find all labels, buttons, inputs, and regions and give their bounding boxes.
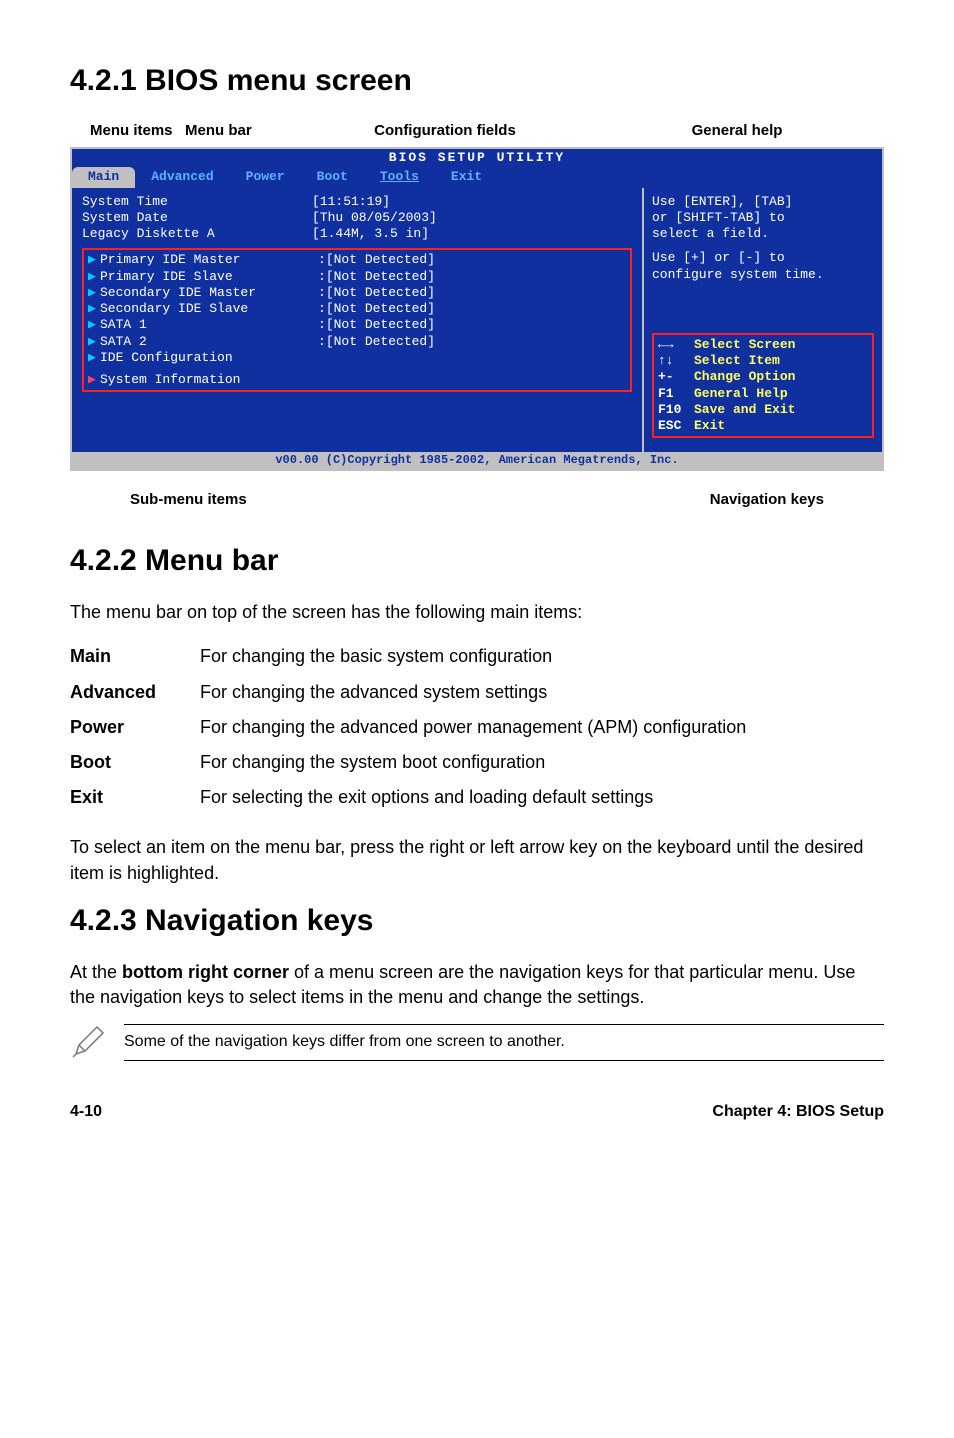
submenu-arrow-icon: ▶	[88, 252, 100, 268]
key-desc: General Help	[694, 386, 788, 401]
bios-left-pane: System Time[11:51:19] System Date[Thu 08…	[72, 188, 642, 453]
row-ses-val: [Not Detected]	[326, 301, 435, 317]
label-config-fields: Configuration fields	[300, 120, 590, 141]
row-systime-value[interactable]: [11:51:19]	[312, 194, 390, 210]
def-term: Advanced	[70, 675, 200, 710]
submenu-highlight-box: ▶Primary IDE Master: [Not Detected] ▶Pri…	[82, 248, 632, 392]
def-term: Main	[70, 639, 200, 674]
key-desc: Change Option	[694, 369, 795, 384]
bios-menubar[interactable]: Main Advanced Power Boot Tools Exit	[72, 167, 882, 187]
section-4-2-1-title: 4.2.1 BIOS menu screen	[70, 60, 884, 102]
bios-title: BIOS SETUP UTILITY	[72, 149, 882, 167]
section-4-2-2-title: 4.2.2 Menu bar	[70, 540, 884, 582]
def-term: Exit	[70, 780, 200, 815]
help-line: configure system time.	[652, 267, 874, 283]
text-bold: bottom right corner	[122, 962, 289, 982]
help-line: Use [ENTER], [TAB]	[652, 194, 874, 210]
section-4-2-2-outro: To select an item on the menu bar, press…	[70, 835, 884, 885]
nav-keys-highlight-box: ←→Select Screen ↑↓Select Item +-Change O…	[652, 333, 874, 439]
def-term: Power	[70, 710, 200, 745]
key-arrows-lr: ←→	[658, 337, 694, 353]
section-4-2-2-intro: The menu bar on top of the screen has th…	[70, 600, 884, 625]
figure-top-labels: Menu items Menu bar Configuration fields…	[70, 120, 884, 141]
row-pis-val: [Not Detected]	[326, 269, 435, 285]
def-term: Boot	[70, 745, 200, 780]
row-idec[interactable]: IDE Configuration	[100, 350, 318, 366]
row-pim-val: [Not Detected]	[326, 252, 435, 268]
tab-main[interactable]: Main	[72, 167, 135, 187]
tab-advanced[interactable]: Advanced	[135, 167, 229, 187]
bios-footer: v00.00 (C)Copyright 1985-2002, American …	[72, 452, 882, 469]
bios-help-pane: Use [ENTER], [TAB] or [SHIFT-TAB] to sel…	[642, 188, 882, 453]
note-block: Some of the navigation keys differ from …	[70, 1024, 884, 1060]
row-sysinfo[interactable]: System Information	[100, 372, 318, 388]
row-pis[interactable]: Primary IDE Slave	[100, 269, 318, 285]
def-desc: For changing the advanced system setting…	[200, 675, 746, 710]
tab-exit[interactable]: Exit	[435, 167, 498, 187]
tab-boot[interactable]: Boot	[301, 167, 364, 187]
row-sem-val: [Not Detected]	[326, 285, 435, 301]
row-sem[interactable]: Secondary IDE Master	[100, 285, 318, 301]
label-menu-bar: Menu bar	[185, 120, 252, 141]
text-frag: At the	[70, 962, 122, 982]
page-footer: 4-10 Chapter 4: BIOS Setup	[70, 1101, 884, 1123]
label-navigation-keys: Navigation keys	[350, 489, 884, 510]
label-menu-items: Menu items	[90, 120, 173, 141]
key-esc: ESC	[658, 418, 694, 434]
def-desc: For changing the advanced power manageme…	[200, 710, 746, 745]
key-plusminus: +-	[658, 369, 694, 385]
row-sata1[interactable]: SATA 1	[100, 317, 318, 333]
tab-tools[interactable]: Tools	[364, 167, 435, 187]
row-legacy-label: Legacy Diskette A	[82, 226, 312, 242]
key-desc: Exit	[694, 418, 725, 433]
key-desc: Save and Exit	[694, 402, 795, 417]
row-sata2[interactable]: SATA 2	[100, 334, 318, 350]
row-systime-label: System Time	[82, 194, 312, 210]
submenu-arrow-icon: ▶	[88, 334, 100, 350]
pencil-icon	[70, 1024, 106, 1060]
row-sysdate-label: System Date	[82, 210, 312, 226]
def-desc: For selecting the exit options and loadi…	[200, 780, 746, 815]
tab-power[interactable]: Power	[230, 167, 301, 187]
bios-figure: Menu items Menu bar Configuration fields…	[70, 120, 884, 510]
menu-bar-definitions: MainFor changing the basic system config…	[70, 639, 746, 815]
section-4-2-3-title: 4.2.3 Navigation keys	[70, 900, 884, 942]
submenu-arrow-icon: ▶	[88, 317, 100, 333]
key-f10: F10	[658, 402, 694, 418]
figure-bottom-labels: Sub-menu items Navigation keys	[70, 489, 884, 510]
row-legacy-value[interactable]: [1.44M, 3.5 in]	[312, 226, 429, 242]
note-text: Some of the navigation keys differ from …	[124, 1024, 884, 1060]
row-sata1-val: [Not Detected]	[326, 317, 435, 333]
key-desc: Select Item	[694, 353, 780, 368]
row-sysdate-value[interactable]: [Thu 08/05/2003]	[312, 210, 437, 226]
key-desc: Select Screen	[694, 337, 795, 352]
submenu-arrow-icon: ▶	[88, 350, 100, 366]
chapter-label: Chapter 4: BIOS Setup	[712, 1101, 884, 1123]
key-f1: F1	[658, 386, 694, 402]
page-number: 4-10	[70, 1101, 102, 1123]
bios-window: BIOS SETUP UTILITY Main Advanced Power B…	[70, 147, 884, 471]
key-arrows-ud: ↑↓	[658, 353, 694, 369]
submenu-arrow-icon: ▶	[88, 301, 100, 317]
submenu-arrow-icon: ▶	[88, 269, 100, 285]
def-desc: For changing the system boot configurati…	[200, 745, 746, 780]
row-pim[interactable]: Primary IDE Master	[100, 252, 318, 268]
label-submenu-items: Sub-menu items	[70, 489, 350, 510]
help-line: select a field.	[652, 226, 874, 242]
help-line: Use [+] or [-] to	[652, 250, 874, 266]
row-ses[interactable]: Secondary IDE Slave	[100, 301, 318, 317]
submenu-arrow-icon: ▶	[88, 285, 100, 301]
row-sata2-val: [Not Detected]	[326, 334, 435, 350]
label-general-help: General help	[590, 120, 884, 141]
submenu-arrow-icon: ▶	[88, 372, 100, 388]
def-desc: For changing the basic system configurat…	[200, 639, 746, 674]
help-line: or [SHIFT-TAB] to	[652, 210, 874, 226]
section-4-2-3-body: At the bottom right corner of a menu scr…	[70, 960, 884, 1010]
